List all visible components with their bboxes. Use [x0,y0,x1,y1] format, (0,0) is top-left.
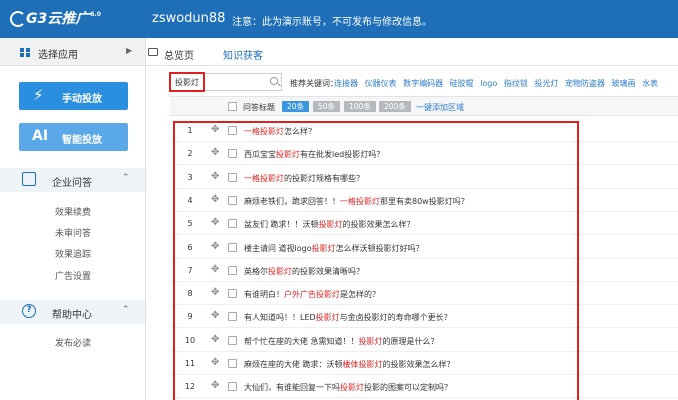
select-app-label: 选择应用 [38,50,78,61]
page-size-20-button[interactable]: 20条 [282,101,310,112]
qa-list-icon [22,172,36,186]
ai-icon: AI [32,128,49,144]
help-section-label: 帮助中心 [52,310,92,321]
keyword-link[interactable]: logo [480,79,497,88]
logo[interactable]: G3云推广6.0 [26,8,101,28]
sidebar-item-renew[interactable]: 效果续费 [55,205,91,218]
page-size-50-button[interactable]: 50条 [313,101,341,112]
sidebar-item-ad-settings[interactable]: 广告设置 [55,269,91,282]
search-highlight-frame [169,72,205,92]
table-header: 问答标题 20条 50条 100条 200条 一键添加区域 [170,96,678,116]
keyword-link[interactable]: 数字编码器 [403,79,443,88]
manual-launch-label: 手动投放 [62,94,102,105]
lightning-icon: ⚡ [33,86,44,104]
tab-overview[interactable]: 总览页 [164,47,194,62]
select-app-header[interactable]: 选择应用 ▶ [0,38,145,66]
manual-launch-button[interactable]: ⚡ 手动投放 [19,82,128,110]
keyword-link[interactable]: 玻璃画 [611,79,635,88]
keyword-link[interactable]: 仪器仪表 [365,79,397,88]
help-icon: ? [22,304,36,318]
active-tab-indicator [222,26,266,28]
page-size-200-button[interactable]: 200条 [379,101,411,112]
sidebar-section-qa[interactable]: 企业问答 ⌃ [0,168,145,192]
tab-knowledge[interactable]: 知识获客 [223,47,263,62]
qa-section-label: 企业问答 [52,178,92,189]
grid-icon [20,48,30,57]
monitor-icon [148,48,158,56]
sidebar: 选择应用 ▶ ⚡ 手动投放 AI 智能投放 企业问答 ⌃ 效果续费 未审问答 效… [0,38,146,400]
keyword-link[interactable]: 水表 [642,79,658,88]
username: zswodun88 [152,11,226,26]
keyword-link[interactable]: 投光灯 [534,79,558,88]
sidebar-item-must-read[interactable]: 发布必读 [55,336,91,349]
chevron-up-icon: ⌃ [122,173,130,183]
sidebar-item-tracking[interactable]: 效果追踪 [55,247,91,260]
select-all-checkbox[interactable] [228,102,237,111]
smart-launch-button[interactable]: AI 智能投放 [19,123,128,151]
rows-highlight-frame [173,121,579,400]
chevron-right-icon: ▶ [126,46,133,55]
keyword-link[interactable]: 指纹锁 [504,79,528,88]
logo-text: G3云推广 [26,11,90,27]
keyword-link[interactable]: 宠物防盗器 [565,79,605,88]
column-title-header: 问答标题 [243,103,275,112]
chevron-up-icon: ⌃ [122,305,130,315]
logo-version: 6.0 [90,11,101,18]
recommended-keywords: 连接器 仪器仪表 数字编码器 硅胶辊 logo 指纹锁 投光灯 宠物防盗器 玻璃… [334,78,662,89]
keyword-link[interactable]: 硅胶辊 [450,79,474,88]
add-region-link[interactable]: 一键添加区域 [416,102,464,113]
tab-bar: 总览页 知识获客 [146,38,678,66]
top-bar: G3云推广6.0 zswodun88 注意：此为演示账号，不可发布与修改信息。 [0,0,678,38]
search-icon[interactable] [270,77,278,85]
logo-icon [10,11,26,27]
keyword-link[interactable]: 连接器 [334,79,358,88]
recommended-keywords-label: 推荐关键词： [290,79,338,88]
page-size-100-button[interactable]: 100条 [344,101,376,112]
smart-launch-label: 智能投放 [62,135,102,146]
sidebar-section-help[interactable]: ? 帮助中心 ⌃ [0,300,145,324]
sidebar-item-unreviewed[interactable]: 未审问答 [55,226,91,239]
